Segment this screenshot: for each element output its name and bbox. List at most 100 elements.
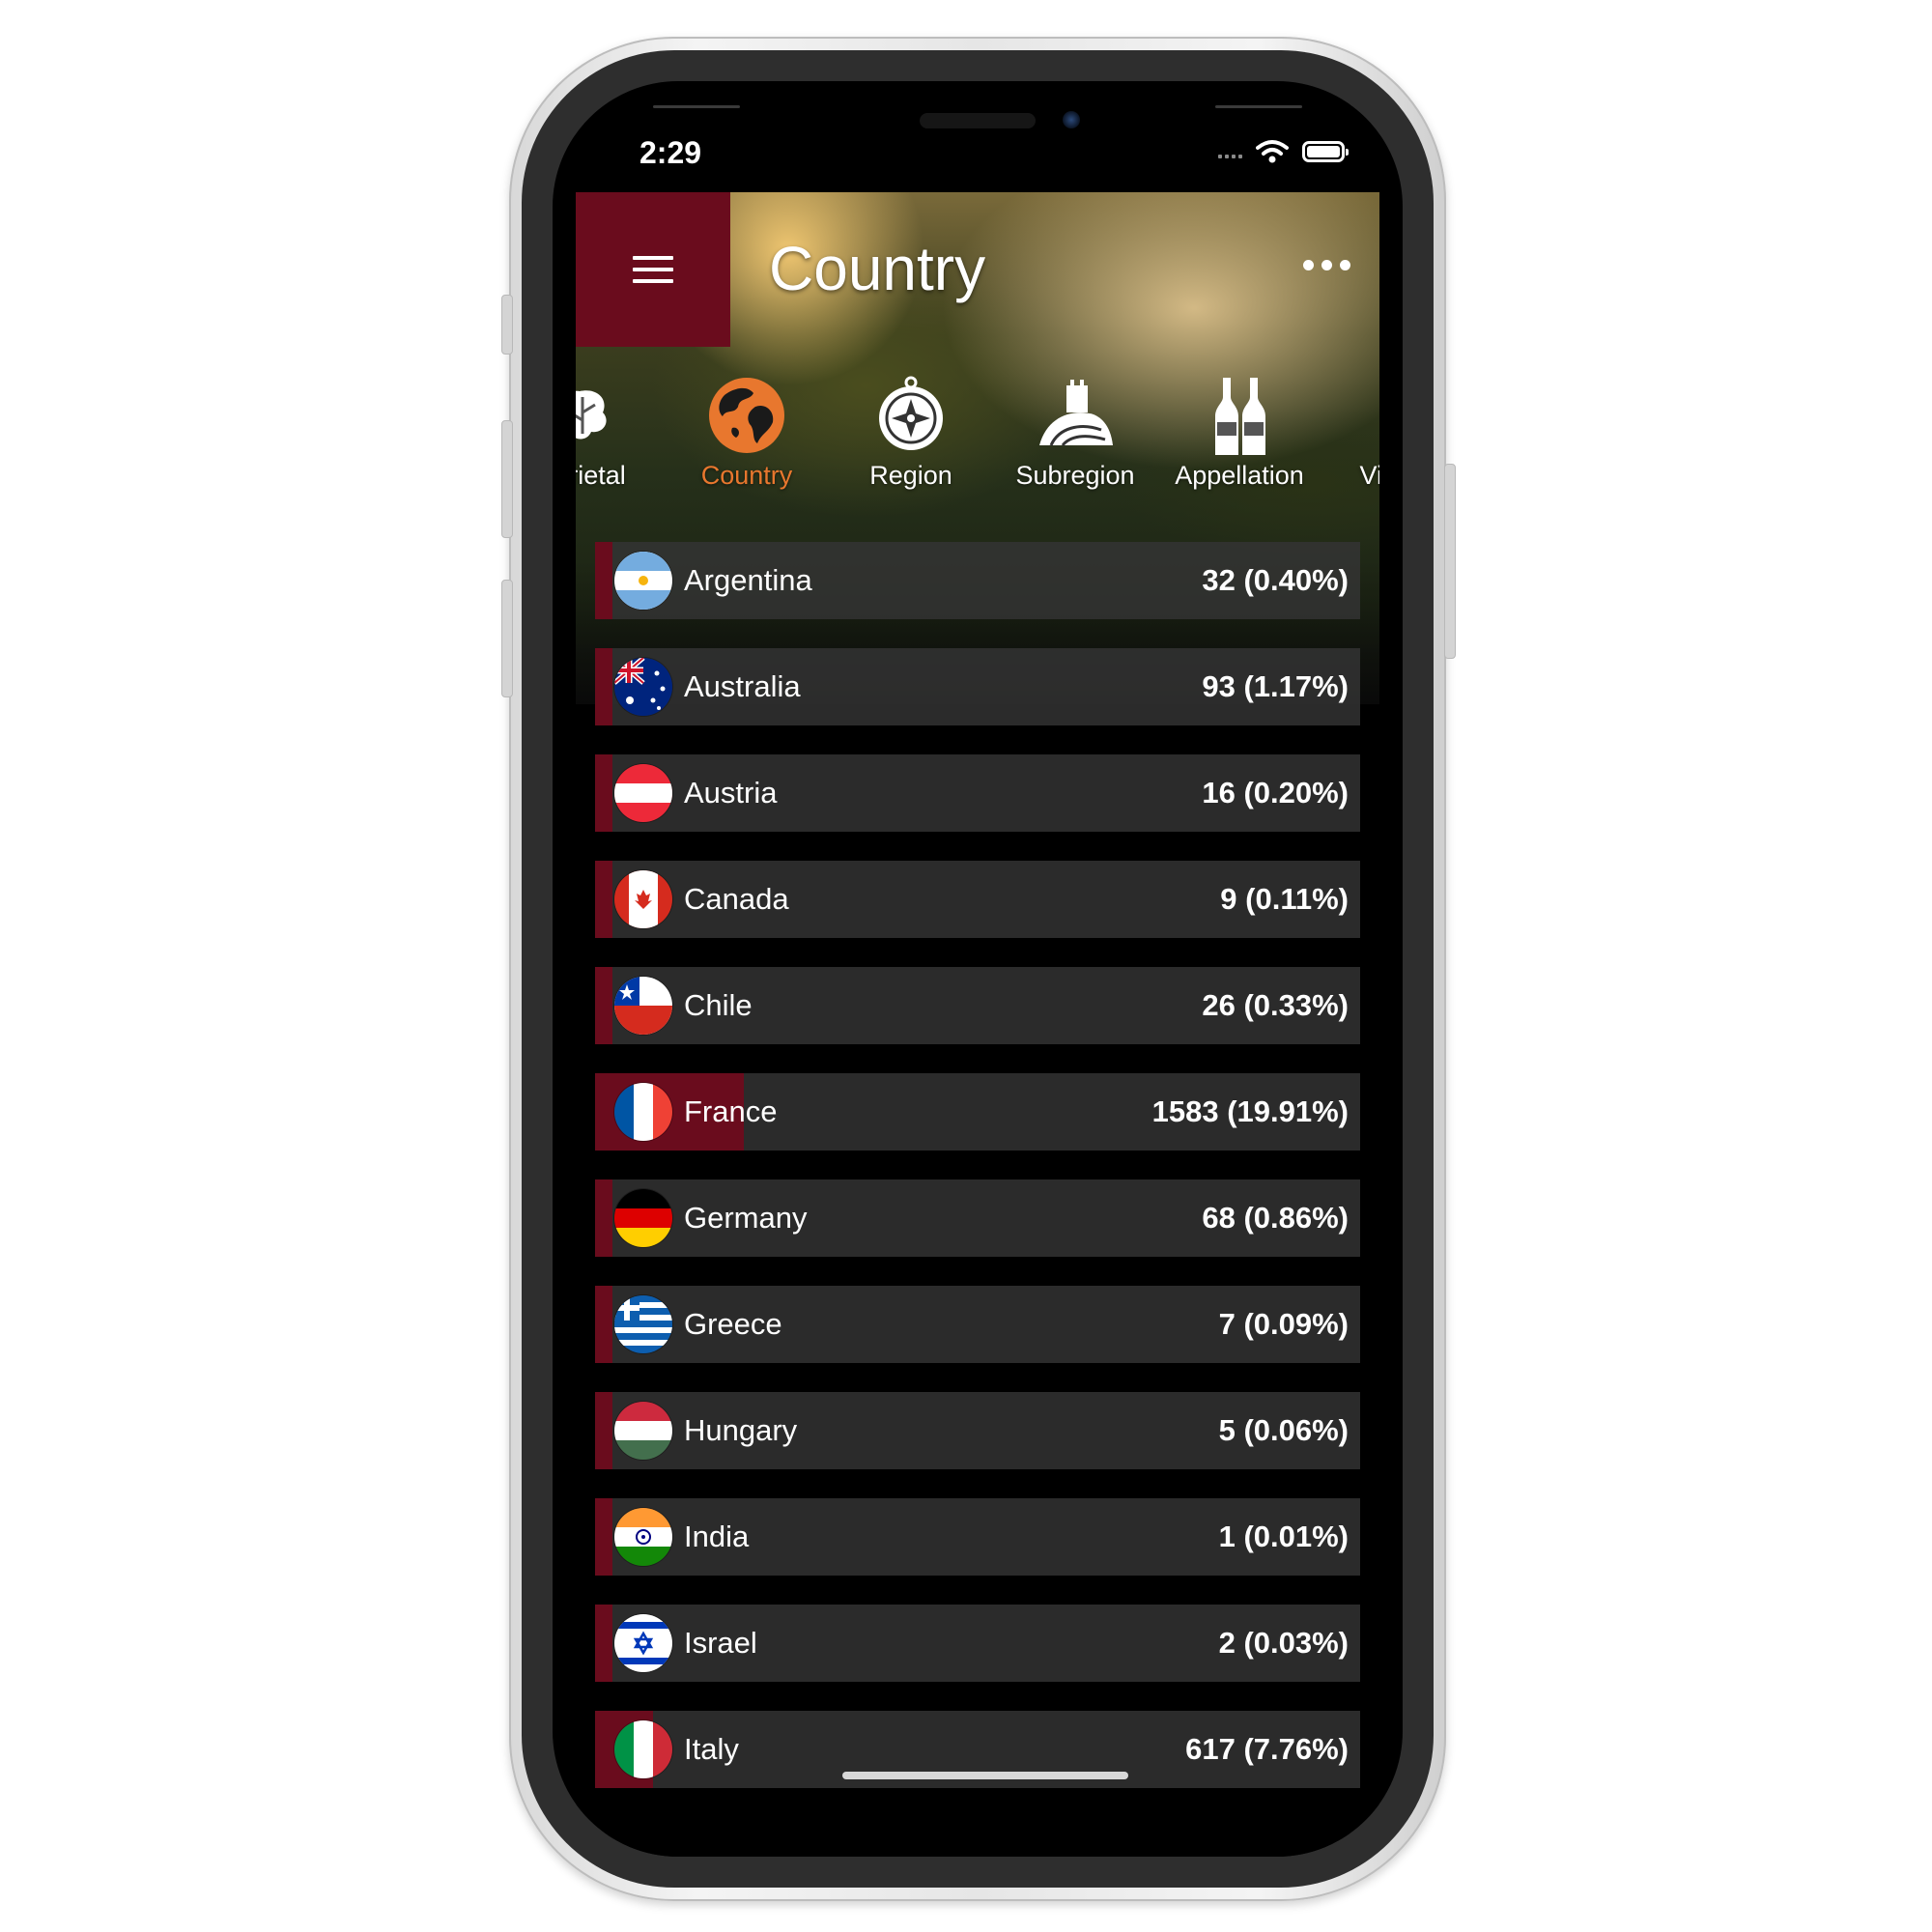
austria-flag-icon <box>614 764 672 822</box>
country-count: 1 (0.01%) <box>1218 1520 1349 1553</box>
country-name: Canada <box>684 882 789 916</box>
country-name: India <box>684 1520 750 1553</box>
country-name: Austria <box>684 776 778 810</box>
vineyard-icon <box>1039 380 1113 447</box>
country-count: 32 (0.40%) <box>1202 563 1349 597</box>
home-indicator[interactable] <box>842 1772 1128 1779</box>
share-bar <box>595 1286 612 1363</box>
argentina-flag-icon <box>614 552 672 610</box>
cellular-signal-icon <box>1218 145 1242 158</box>
share-bar <box>595 967 612 1044</box>
compass-icon <box>879 376 943 450</box>
country-row[interactable]: Austria 16 (0.20%) <box>595 754 1360 832</box>
tab-appellation[interactable]: Appellation <box>1157 374 1321 499</box>
hamburger-icon <box>633 256 673 283</box>
notch-edge-left <box>653 105 740 108</box>
country-count: 617 (7.76%) <box>1185 1732 1349 1766</box>
tab-label: Region <box>869 461 952 490</box>
country-row[interactable]: Hungary 5 (0.06%) <box>595 1392 1360 1469</box>
page-title: Country <box>769 234 986 303</box>
country-count: 5 (0.06%) <box>1218 1413 1349 1447</box>
volume-up-button <box>501 420 513 538</box>
wine-bottles-icon <box>1215 378 1265 455</box>
country-count: 9 (0.11%) <box>1220 882 1349 916</box>
tab-label: Subregion <box>1015 461 1135 490</box>
country-row[interactable]: India 1 (0.01%) <box>595 1498 1360 1576</box>
country-row[interactable]: France 1583 (19.91%) <box>595 1073 1360 1151</box>
country-row[interactable]: Canada 9 (0.11%) <box>595 861 1360 938</box>
country-count: 7 (0.09%) <box>1218 1307 1349 1341</box>
country-name: Chile <box>684 988 753 1022</box>
more-dot <box>1303 260 1314 270</box>
country-list: Argentina 32 (0.40%) Australia 93 (1.17%… <box>595 542 1360 1817</box>
grape-leaf-icon <box>576 390 607 440</box>
hungary-flag-icon <box>614 1402 672 1460</box>
menu-button[interactable] <box>576 192 730 347</box>
country-name: Greece <box>684 1307 782 1341</box>
chile-flag-icon <box>614 977 672 1035</box>
greece-flag-icon <box>614 1295 672 1353</box>
country-count: 1583 (19.91%) <box>1151 1094 1349 1128</box>
tab-label: Country <box>700 461 793 490</box>
share-bar <box>595 1179 612 1257</box>
country-name: Australia <box>684 669 801 703</box>
tab-label: Vintage <box>1359 461 1379 490</box>
share-bar <box>595 861 612 938</box>
country-name: Argentina <box>684 563 812 597</box>
tab-country[interactable]: Country <box>665 374 829 499</box>
country-row[interactable]: Chile 26 (0.33%) <box>595 967 1360 1044</box>
italy-flag-icon <box>614 1720 672 1778</box>
israel-flag-icon <box>614 1614 672 1672</box>
more-options-button[interactable] <box>1303 260 1350 270</box>
country-row[interactable]: Germany 68 (0.86%) <box>595 1179 1360 1257</box>
country-name: Germany <box>684 1201 808 1235</box>
country-name: Hungary <box>684 1413 798 1447</box>
canada-flag-icon <box>614 870 672 928</box>
power-button <box>1444 464 1456 659</box>
tab-label: Appellation <box>1175 461 1304 490</box>
phone-screen: 2:29 Country Varietal <box>553 81 1403 1857</box>
tab-vintage[interactable]: Vintage <box>1321 374 1379 499</box>
category-tabs: Varietal Country Regi <box>576 374 1379 499</box>
country-name: Italy <box>684 1732 739 1766</box>
share-bar <box>595 542 612 619</box>
country-row[interactable]: Argentina 32 (0.40%) <box>595 542 1360 619</box>
app-content: Country Varietal Country <box>576 192 1379 1857</box>
tab-region[interactable]: Region <box>829 374 993 499</box>
share-bar <box>595 754 612 832</box>
country-count: 16 (0.20%) <box>1202 776 1349 810</box>
status-icons <box>1218 139 1349 164</box>
tab-label: Varietal <box>576 461 626 490</box>
more-dot <box>1321 260 1332 270</box>
battery-icon <box>1302 141 1349 162</box>
country-name: Israel <box>684 1626 757 1660</box>
india-flag-icon <box>614 1508 672 1566</box>
tab-varietal[interactable]: Varietal <box>576 374 665 499</box>
earpiece-speaker <box>920 113 1036 128</box>
volume-down-button <box>501 580 513 697</box>
country-row[interactable]: Greece 7 (0.09%) <box>595 1286 1360 1363</box>
country-row[interactable]: Australia 93 (1.17%) <box>595 648 1360 725</box>
front-camera <box>1063 111 1080 128</box>
germany-flag-icon <box>614 1189 672 1247</box>
france-flag-icon <box>614 1083 672 1141</box>
country-count: 2 (0.03%) <box>1218 1626 1349 1660</box>
country-row[interactable]: Israel 2 (0.03%) <box>595 1605 1360 1682</box>
share-bar <box>595 648 612 725</box>
silent-switch <box>501 295 513 355</box>
status-time: 2:29 <box>639 135 702 170</box>
notch-edge-right <box>1215 105 1302 108</box>
wine-glass-icon <box>1362 374 1379 457</box>
globe-icon <box>709 378 784 453</box>
australia-flag-icon <box>614 658 672 716</box>
country-count: 68 (0.86%) <box>1202 1201 1349 1235</box>
share-bar <box>595 1605 612 1682</box>
wifi-icon <box>1256 140 1289 163</box>
share-bar <box>595 1498 612 1576</box>
more-dot <box>1340 260 1350 270</box>
country-name: France <box>684 1094 778 1128</box>
country-count: 26 (0.33%) <box>1202 988 1349 1022</box>
share-bar <box>595 1392 612 1469</box>
tab-subregion[interactable]: Subregion <box>993 374 1157 499</box>
country-count: 93 (1.17%) <box>1202 669 1349 703</box>
